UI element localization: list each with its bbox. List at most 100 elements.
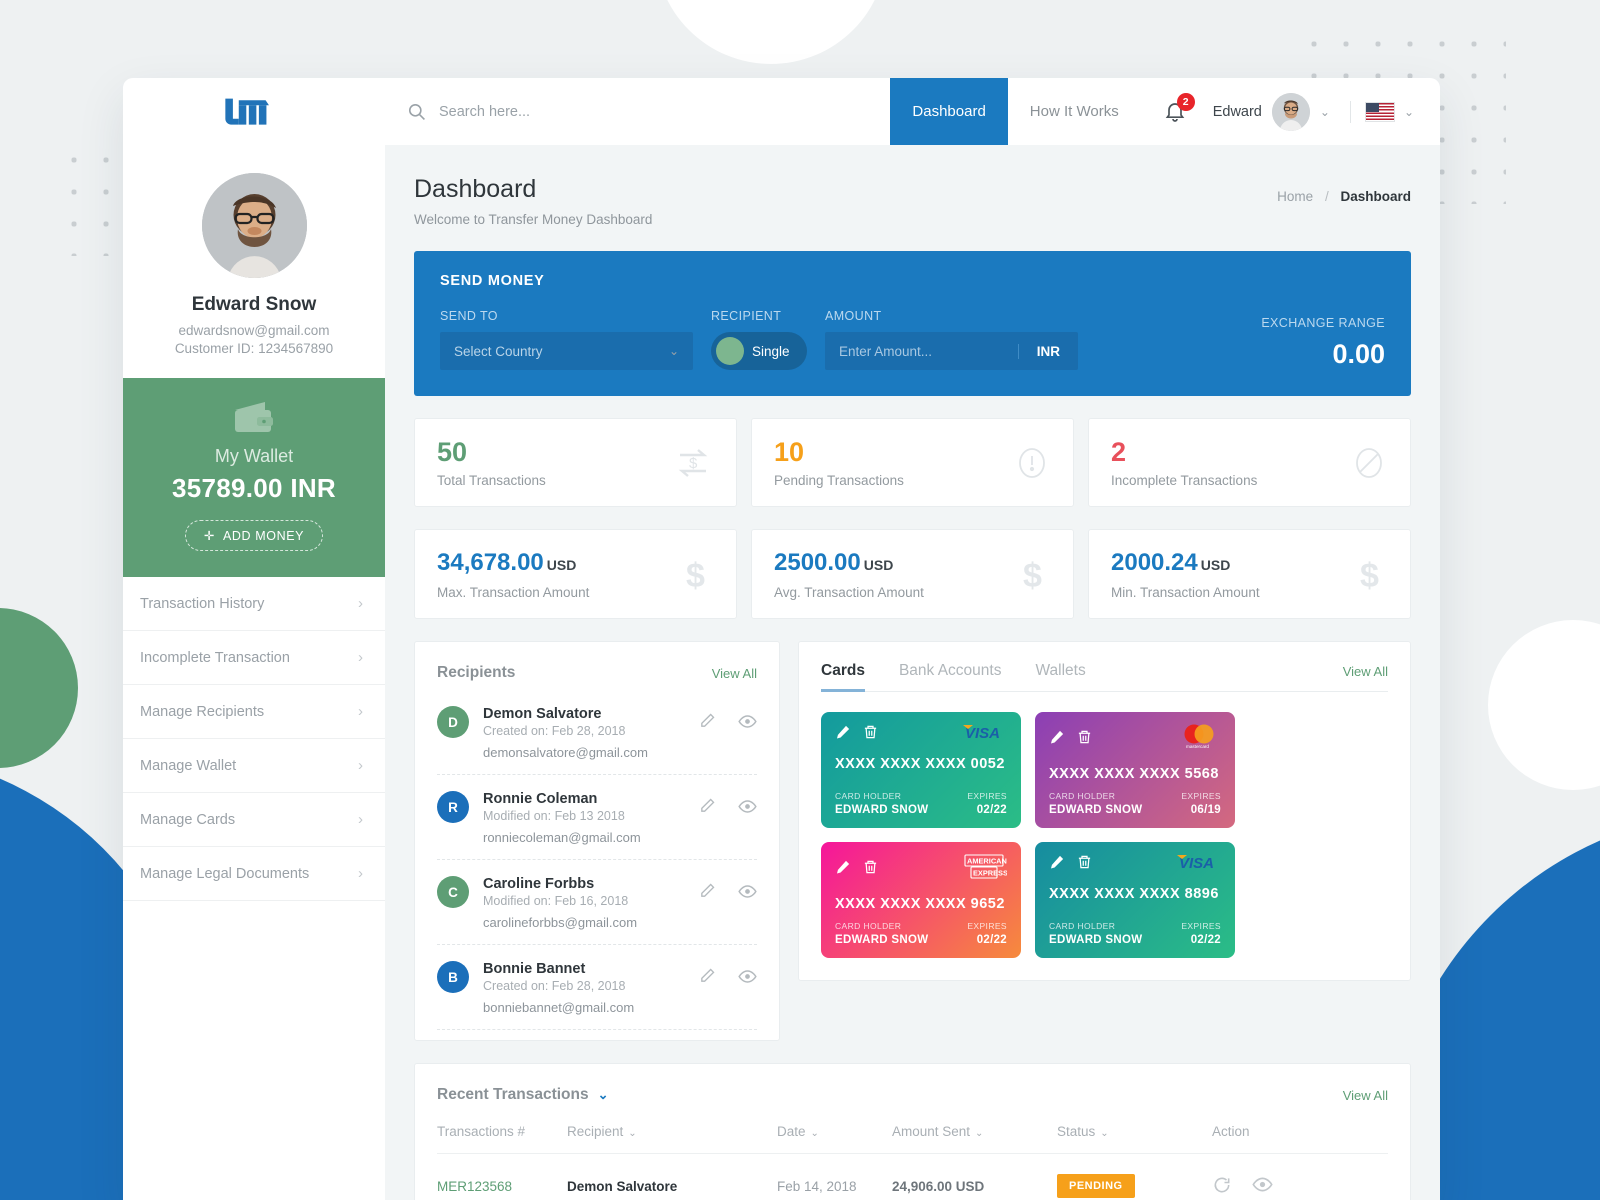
delete-icon[interactable]: [863, 859, 878, 880]
toggle-label: Single: [752, 343, 790, 359]
sidebar-item-manage-cards[interactable]: Manage Cards ›: [123, 793, 385, 847]
stat-amount-currency: USD: [863, 557, 894, 574]
amount-label: AMOUNT: [825, 309, 882, 323]
chevron-down-icon: ⌄: [1319, 104, 1330, 119]
edit-icon[interactable]: [699, 967, 716, 991]
stat-amount-value: 34,678.00: [437, 549, 544, 577]
column-status[interactable]: Status ⌄: [1057, 1124, 1212, 1155]
currency-label: INR: [1017, 343, 1078, 359]
notifications-button[interactable]: 2: [1141, 78, 1203, 145]
transaction-status-cell: PENDING: [1057, 1154, 1212, 1200]
list-item[interactable]: B Bonnie Bannet Created on: Feb 28, 2018…: [437, 945, 757, 1031]
user-menu[interactable]: Edward ⌄: [1203, 78, 1336, 145]
view-icon[interactable]: [738, 712, 757, 736]
country-select[interactable]: Select Country ⌄: [440, 332, 693, 370]
credit-card[interactable]: AMERICAN EXPRESS XXXX XXXX XXXX 9652 CAR…: [821, 842, 1021, 959]
nav-item-dashboard[interactable]: Dashboard: [890, 78, 1008, 145]
nav-item-how-it-works[interactable]: How It Works: [1008, 78, 1141, 145]
sidebar-item-incomplete-transaction[interactable]: Incomplete Transaction ›: [123, 631, 385, 685]
stat-label: Incomplete Transactions: [1111, 473, 1258, 489]
card-holder-label: CARD HOLDER: [835, 921, 902, 932]
chevron-right-icon: ›: [358, 649, 363, 666]
card-holder-label: CARD HOLDER: [1049, 791, 1116, 802]
tab-wallets[interactable]: Wallets: [1035, 662, 1085, 691]
credit-card[interactable]: VISA XXXX XXXX XXXX 0052 CARD HOLDER EDW…: [821, 712, 1021, 829]
view-icon[interactable]: [1252, 1174, 1273, 1198]
edit-icon[interactable]: [699, 797, 716, 821]
wallet-card: My Wallet 35789.00 INR ✛ ADD MONEY: [123, 378, 385, 577]
recipients-view-all[interactable]: View All: [712, 666, 757, 681]
wallet-title: My Wallet: [214, 446, 294, 466]
card-expires-label: EXPIRES: [967, 791, 1007, 802]
column-recipient[interactable]: Recipient ⌄: [567, 1124, 777, 1155]
stats-row-amounts: 34,678.00 USD Max. Transaction Amount $ 2…: [414, 529, 1411, 620]
decor-circle-top: [655, 0, 887, 64]
chevron-down-icon: ⌄: [1100, 1128, 1109, 1140]
stat-value: 2: [1111, 437, 1127, 467]
recipient-meta: Modified on: Feb 13 2018: [483, 809, 625, 824]
edit-icon[interactable]: [699, 882, 716, 906]
card-expires-value: 02/22: [1190, 934, 1221, 947]
table-row[interactable]: MER123568 Demon Salvatore Feb 14, 2018 2…: [437, 1154, 1388, 1200]
plus-icon: ✛: [203, 529, 215, 543]
cards-view-all[interactable]: View All: [1343, 664, 1388, 690]
exchange-range-label: EXCHANGE RANGE: [1261, 316, 1385, 330]
amount-input[interactable]: [839, 343, 1018, 359]
transaction-id[interactable]: MER123568: [437, 1154, 567, 1200]
list-item[interactable]: R Ronnie Coleman Modified on: Feb 13 201…: [437, 775, 757, 861]
refresh-icon[interactable]: [1212, 1175, 1232, 1198]
recipient-name: Bonnie Bannet: [483, 961, 586, 978]
edit-icon[interactable]: [699, 712, 716, 736]
add-money-button[interactable]: ✛ ADD MONEY: [184, 520, 324, 551]
svg-text:$: $: [1023, 557, 1042, 594]
view-icon[interactable]: [738, 967, 757, 991]
sidebar-item-manage-legal-documents[interactable]: Manage Legal Documents ›: [123, 847, 385, 901]
decor-circle-white-right: [1488, 620, 1600, 790]
stat-incomplete-transactions: 2 Incomplete Transactions: [1088, 418, 1411, 508]
edit-icon[interactable]: [1049, 854, 1065, 875]
recipient-email: bonniebannet@gmail.com: [483, 1000, 635, 1016]
card-holder-label: CARD HOLDER: [835, 791, 902, 802]
edit-icon[interactable]: [1049, 729, 1065, 750]
list-item[interactable]: C Caroline Forbbs Modified on: Feb 16, 2…: [437, 860, 757, 946]
credit-card[interactable]: VISA XXXX XXXX XXXX 8896 CARD HOLDER EDW…: [1035, 842, 1235, 959]
delete-icon[interactable]: [1077, 854, 1092, 875]
delete-icon[interactable]: [863, 724, 878, 745]
profile-avatar-image: [201, 173, 307, 278]
chevron-down-icon[interactable]: ⌄: [598, 1087, 609, 1103]
sidebar-item-manage-recipients[interactable]: Manage Recipients ›: [123, 685, 385, 739]
recipient-type-toggle[interactable]: Single: [711, 332, 807, 370]
column-amount-sent[interactable]: Amount Sent ⌄: [892, 1124, 1057, 1155]
tab-bank-accounts[interactable]: Bank Accounts: [899, 662, 1002, 691]
search-bar[interactable]: [279, 78, 890, 145]
recipient-name: Caroline Forbbs: [483, 876, 595, 893]
credit-cards-grid: VISA XXXX XXXX XXXX 0052 CARD HOLDER EDW…: [821, 712, 1388, 959]
tab-cards[interactable]: Cards: [821, 662, 865, 693]
sidebar-item-manage-wallet[interactable]: Manage Wallet ›: [123, 739, 385, 793]
list-item[interactable]: D Demon Salvatore Created on: Feb 28, 20…: [437, 690, 757, 776]
stats-row-counts: 50 Total Transactions $ 10 Pending Trans…: [414, 418, 1411, 508]
chevron-down-icon: ⌄: [975, 1128, 984, 1140]
brand-logo[interactable]: [123, 78, 279, 145]
edit-icon[interactable]: [835, 724, 851, 745]
sidebar: Edward Snow edwardsnow@gmail.com Custome…: [123, 145, 385, 1200]
delete-icon[interactable]: [1077, 729, 1092, 750]
column-date[interactable]: Date ⌄: [777, 1124, 892, 1155]
stat-amount-value: 2000.24: [1111, 549, 1198, 577]
credit-card[interactable]: mastercard XXXX XXXX XXXX 5568 CARD HOLD…: [1035, 712, 1235, 829]
view-icon[interactable]: [738, 797, 757, 821]
card-expires-label: EXPIRES: [1181, 791, 1221, 802]
stat-total-transactions: 50 Total Transactions $: [414, 418, 737, 508]
toggle-knob: [716, 337, 744, 365]
language-selector[interactable]: ⌄: [1364, 78, 1440, 145]
sidebar-item-transaction-history[interactable]: Transaction History ›: [123, 577, 385, 631]
edit-icon[interactable]: [835, 859, 851, 880]
chevron-right-icon: ›: [358, 811, 363, 828]
card-holder-name: EDWARD SNOW: [835, 934, 929, 947]
view-icon[interactable]: [738, 882, 757, 906]
card-number: XXXX XXXX XXXX 8896: [1049, 886, 1219, 903]
transactions-view-all[interactable]: View All: [1343, 1088, 1388, 1103]
chevron-right-icon: ›: [358, 757, 363, 774]
search-input[interactable]: [439, 103, 739, 120]
breadcrumb-home[interactable]: Home: [1277, 189, 1313, 204]
